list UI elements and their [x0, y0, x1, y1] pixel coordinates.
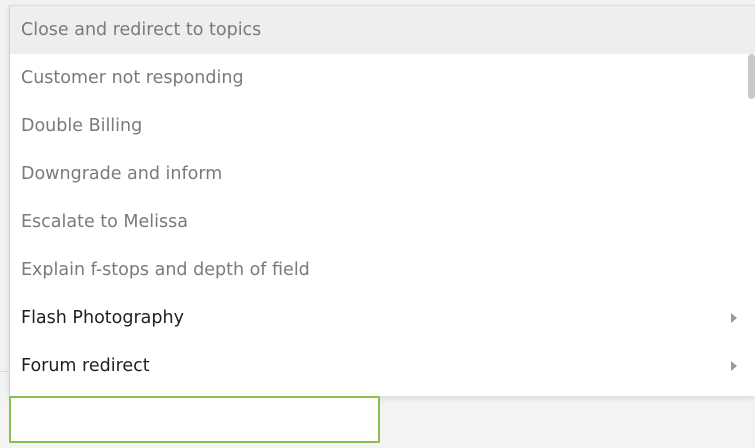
- menu-item-label: Close and redirect to topics: [21, 20, 262, 40]
- stage: Close and redirect to topics Customer no…: [0, 0, 755, 448]
- menu-item-explain-f-stops[interactable]: Explain f-stops and depth of field: [10, 246, 755, 294]
- menu-item-label: Double Billing: [21, 116, 143, 136]
- menu-item-forum-redirect[interactable]: Forum redirect: [10, 342, 755, 390]
- menu-item-label: Flash Photography: [21, 308, 184, 328]
- scrollbar-thumb[interactable]: [748, 54, 755, 99]
- menu-item-customer-not-responding[interactable]: Customer not responding: [10, 54, 755, 102]
- menu-item-double-billing[interactable]: Double Billing: [10, 102, 755, 150]
- menu-item-close-and-redirect[interactable]: Close and redirect to topics: [10, 6, 755, 54]
- menu-item-label: Downgrade and inform: [21, 164, 223, 184]
- divider: [0, 371, 10, 372]
- menu-item-downgrade-and-inform[interactable]: Downgrade and inform: [10, 150, 755, 198]
- menu-item-label: Explain f-stops and depth of field: [21, 260, 310, 280]
- menu-item-label: Escalate to Melissa: [21, 212, 188, 232]
- menu-item-escalate-to-melissa[interactable]: Escalate to Melissa: [10, 198, 755, 246]
- menu-item-label: Forum redirect: [21, 356, 150, 376]
- macro-dropdown-menu: Close and redirect to topics Customer no…: [9, 5, 755, 396]
- macro-search-input[interactable]: [9, 396, 380, 443]
- menu-item-flash-photography[interactable]: Flash Photography: [10, 294, 755, 342]
- chevron-right-icon: [731, 313, 737, 323]
- menu-item-label: Customer not responding: [21, 68, 244, 88]
- chevron-right-icon: [731, 361, 737, 371]
